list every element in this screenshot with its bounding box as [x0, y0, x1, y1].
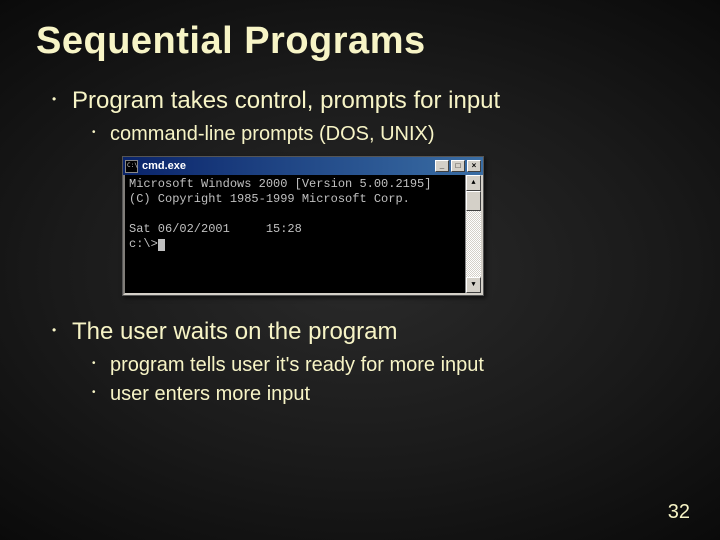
minimize-button[interactable]: _ — [435, 160, 449, 172]
cmd-icon — [125, 160, 138, 173]
terminal-prompt: c:\> — [129, 237, 158, 251]
scroll-up-button[interactable]: ▲ — [466, 175, 481, 191]
slide-title: Sequential Programs — [36, 20, 684, 63]
bullet-level1: Program takes control, prompts for input — [52, 87, 684, 115]
maximize-button[interactable]: □ — [451, 160, 465, 172]
window-title: cmd.exe — [142, 160, 435, 172]
titlebar: cmd.exe _ □ × — [123, 157, 483, 175]
scroll-track[interactable] — [466, 211, 481, 277]
scrollbar[interactable]: ▲ ▼ — [465, 175, 481, 293]
scroll-down-button[interactable]: ▼ — [466, 277, 481, 293]
page-number: 32 — [668, 501, 690, 524]
cursor-icon — [158, 239, 165, 251]
window-buttons: _ □ × — [435, 160, 481, 172]
terminal-line: Sat 06/02/2001 15:28 — [129, 222, 302, 236]
terminal-line: Microsoft Windows 2000 [Version 5.00.219… — [129, 177, 431, 191]
slide: Sequential Programs Program takes contro… — [0, 0, 720, 540]
terminal-line: (C) Copyright 1985-1999 Microsoft Corp. — [129, 192, 410, 206]
terminal[interactable]: Microsoft Windows 2000 [Version 5.00.219… — [123, 175, 483, 295]
scroll-thumb[interactable] — [466, 191, 481, 211]
close-button[interactable]: × — [467, 160, 481, 172]
bullet-level2: user enters more input — [92, 383, 684, 406]
bullet-level2: command-line prompts (DOS, UNIX) — [92, 123, 684, 146]
bullet-level1: The user waits on the program — [52, 318, 684, 346]
cmd-window: cmd.exe _ □ × Microsoft Windows 2000 [Ve… — [122, 156, 484, 296]
bullet-level2: program tells user it's ready for more i… — [92, 354, 684, 377]
